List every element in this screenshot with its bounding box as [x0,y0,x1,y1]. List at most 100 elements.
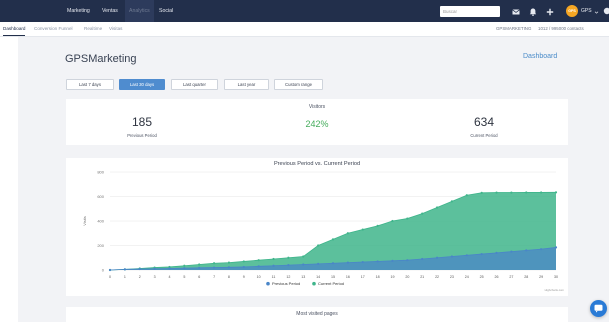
y-tick-label: 200 [97,243,104,248]
data-point [376,260,379,263]
x-tick-label: 13 [301,275,305,279]
chat-button[interactable] [590,300,607,317]
range-custom[interactable]: Custom range [274,79,323,90]
data-point [406,259,409,262]
data-point [198,263,201,266]
x-tick-label: 0 [109,275,111,279]
data-point [391,259,394,262]
data-point [450,255,454,258]
data-point [554,191,558,194]
nav-analytics[interactable]: Analytics [125,0,154,22]
x-tick-label: 7 [213,275,215,279]
tab-conversion-funnel[interactable]: Conversion Funnel [34,22,73,36]
search-input[interactable] [440,6,500,17]
chart-card: Previous Period vs. Current Period 0 200 4… [66,158,568,296]
tab-dashboard[interactable]: Dashboard [3,22,26,36]
data-point [123,268,126,271]
tab-realtime[interactable]: Realtime [84,22,102,36]
current-period-value: 634 [473,115,495,129]
tab-visitas[interactable]: Visitas [109,22,122,36]
data-point [272,264,275,267]
chart-credit: Highcharts.com [545,288,565,292]
help-icon[interactable] [603,2,609,20]
data-point [153,267,156,270]
y-tick-label: 400 [97,219,104,224]
data-point [540,191,543,194]
x-tick-label: 1 [124,275,126,279]
top-navbar: Marketing Ventas Analytics Social GPS GP… [0,0,609,22]
previous-period-label: Previous Period [127,133,157,138]
nav-social[interactable]: Social [159,0,173,22]
plus-icon[interactable] [544,5,556,17]
y-tick-label: 800 [97,170,104,175]
data-point [138,267,141,271]
data-point [376,224,379,227]
x-tick-label: 27 [509,275,513,279]
x-tick-label: 22 [435,275,439,279]
data-point [435,206,439,209]
x-tick-label: 9 [243,275,245,279]
legend-marker [312,281,316,286]
x-tick-label: 17 [361,275,365,279]
legend-label: Previous Period [272,281,300,286]
data-point [525,191,528,194]
data-point [183,267,186,270]
data-point [391,219,394,223]
contacts-count: 1012 / 995000 contacts [538,26,584,31]
data-point [212,266,216,269]
range-last-quarter[interactable]: Last quarter [171,79,218,90]
data-point [317,262,320,265]
x-tick-label: 2 [139,275,141,279]
range-last-year[interactable]: Last year [224,79,269,90]
data-point [257,265,260,268]
data-point [480,191,483,194]
app-window: Marketing Ventas Analytics Social GPS GP… [0,0,609,322]
range-last-7-days[interactable]: Last 7 days [66,79,114,90]
x-tick-label: 6 [198,275,200,279]
current-period-label: Current Period [470,133,498,138]
data-point [465,194,468,197]
data-point [421,212,424,215]
avatar[interactable]: GPS [566,5,578,17]
x-tick-label: 8 [228,275,230,279]
range-last-30-days[interactable]: Last 30 days [119,79,165,90]
x-tick-label: 15 [331,275,335,279]
data-point [540,248,543,251]
x-tick-label: 21 [420,275,424,279]
dashboard-link[interactable]: Dashboard [523,53,557,60]
y-axis-title: Visits [82,216,87,225]
y-tick-label: 0 [102,268,105,273]
x-tick-label: 12 [286,275,290,279]
data-point [480,252,483,256]
data-point [257,259,260,262]
data-point [287,256,290,259]
data-point [227,261,231,264]
account-name: GPSMARKETING [496,26,532,31]
data-point [242,260,245,263]
x-tick-label: 29 [539,275,543,279]
legend-marker [266,281,270,286]
data-point [346,232,349,235]
user-name[interactable]: GPS [581,8,592,14]
data-point [510,191,513,194]
nav-ventas[interactable]: Ventas [102,0,118,22]
data-point [227,266,231,269]
chevron-down-icon[interactable] [594,2,599,20]
bell-icon[interactable] [527,5,539,17]
nav-marketing[interactable]: Marketing [67,0,90,22]
data-point [525,249,528,252]
data-point [465,254,468,257]
x-tick-label: 26 [495,275,499,279]
data-point [421,257,424,261]
mail-icon[interactable] [510,5,522,17]
y-tick-label: 600 [97,194,104,199]
data-point [346,261,349,264]
data-point [287,264,290,267]
x-tick-label: 19 [390,275,394,279]
data-point [183,264,186,267]
data-point [361,260,364,264]
data-point [108,268,112,272]
chat-icon [594,304,603,313]
x-tick-label: 10 [257,275,261,279]
user-menu[interactable]: GPS GPS [566,5,609,17]
